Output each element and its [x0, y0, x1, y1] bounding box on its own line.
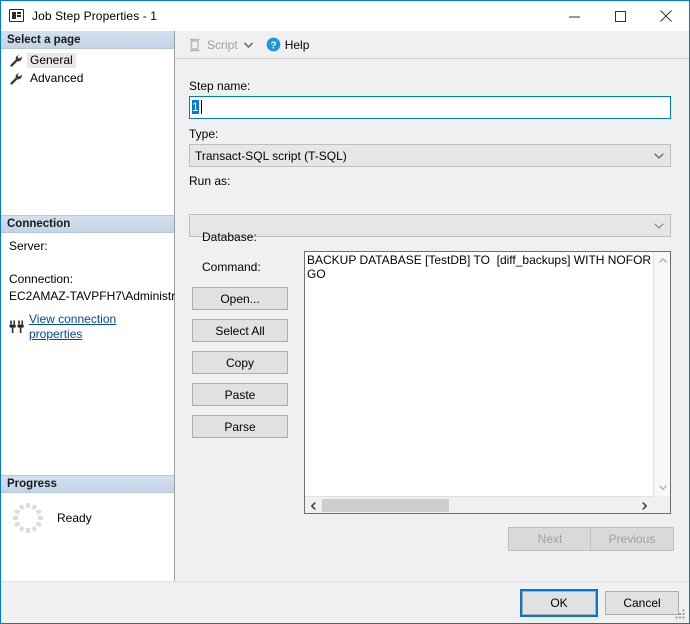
progress-spinner-icon [13, 503, 43, 533]
command-editor-text[interactable]: BACKUP DATABASE [TestDB] TO [diff_backup… [307, 253, 652, 495]
step-name-label: Step name: [189, 79, 251, 93]
sidebar-item-general[interactable]: General [9, 52, 174, 69]
title-bar: Job Step Properties - 1 [1, 1, 689, 31]
sidebar-footer-spacer [1, 541, 174, 581]
scroll-up-icon[interactable] [654, 252, 670, 269]
minimize-icon[interactable] [551, 1, 597, 31]
view-connection-properties-link[interactable]: View connection properties [29, 312, 168, 342]
sidebar-item-label: Advanced [30, 71, 84, 85]
scroll-left-icon[interactable] [305, 497, 322, 513]
script-button[interactable]: Script [183, 34, 242, 56]
command-editor[interactable]: BACKUP DATABASE [TestDB] TO [diff_backup… [304, 251, 671, 514]
progress-status: Ready [57, 511, 92, 525]
job-step-properties-dialog: Job Step Properties - 1 Select a page Ge… [0, 0, 690, 624]
properties-window-icon [9, 8, 25, 24]
sidebar-spacer-bottom [1, 348, 174, 475]
select-page-header: Select a page [1, 31, 174, 49]
scroll-right-icon[interactable] [636, 497, 653, 513]
resize-grip[interactable] [674, 608, 686, 620]
maximize-icon[interactable] [597, 1, 643, 31]
database-label: Database: [202, 230, 257, 244]
close-icon[interactable] [643, 1, 689, 31]
ok-button[interactable]: OK [520, 589, 598, 617]
toolbar: Script ? Help [175, 31, 689, 59]
connection-section: Server: Connection: EC2AMAZ-TAVPFH7\Admi… [1, 233, 196, 348]
server-label: Server: [9, 239, 48, 253]
chevron-down-icon [654, 215, 664, 236]
type-label: Type: [189, 127, 219, 141]
previous-button[interactable]: Previous [590, 527, 674, 551]
horizontal-scroll-thumb[interactable] [322, 499, 449, 512]
command-vertical-scrollbar[interactable] [653, 252, 670, 496]
scrollbar-corner [653, 496, 670, 513]
connection-label: Connection: [9, 272, 74, 286]
select-all-button[interactable]: Select All [192, 319, 288, 342]
sidebar: Select a page General Advanced Connectio… [1, 31, 196, 581]
open-button[interactable]: Open... [192, 287, 288, 310]
progress-section-header: Progress [1, 475, 174, 493]
wrench-icon [10, 72, 22, 85]
connection-plug-icon [9, 320, 24, 333]
help-button[interactable]: ? Help [262, 34, 314, 56]
sidebar-item-label: General [27, 53, 76, 68]
progress-section: Ready [1, 493, 174, 541]
next-button[interactable]: Next [508, 527, 592, 551]
window-title: Job Step Properties - 1 [32, 9, 158, 23]
script-dropdown-chevron-down-icon[interactable] [242, 34, 256, 56]
main-panel: Script ? Help Step name: 1 1 Type: Trans… [175, 31, 689, 581]
svg-text:?: ? [270, 40, 276, 51]
general-form: Step name: 1 Type: Transact-SQL script (… [175, 59, 689, 581]
type-combobox-value: Transact-SQL script (T-SQL) [195, 148, 347, 163]
step-name-input[interactable]: 1 [189, 96, 671, 119]
page-list: General Advanced [1, 49, 174, 88]
chevron-down-icon [654, 145, 664, 166]
step-name-input-field[interactable] [189, 96, 671, 119]
connection-value: EC2AMAZ-TAVPFH7\Administrator [9, 289, 196, 303]
view-connection-properties-row[interactable]: View connection properties [9, 312, 168, 342]
copy-button[interactable]: Copy [192, 351, 288, 374]
connection-section-header: Connection [1, 215, 174, 233]
server-value-gap [9, 256, 168, 272]
help-button-label: Help [284, 37, 310, 52]
script-icon [190, 38, 200, 51]
text-caret [201, 100, 202, 114]
run-as-label: Run as: [189, 174, 231, 188]
script-button-label: Script [207, 37, 238, 52]
run-as-combobox[interactable] [189, 214, 671, 237]
command-label: Command: [202, 260, 261, 274]
command-horizontal-scrollbar[interactable] [305, 496, 653, 513]
paste-button[interactable]: Paste [192, 383, 288, 406]
dialog-body: Select a page General Advanced Connectio… [1, 31, 689, 581]
step-name-selected-text: 1 [192, 100, 199, 114]
scroll-down-icon[interactable] [654, 479, 670, 496]
wrench-icon [10, 54, 22, 67]
window-controls [551, 1, 689, 31]
cancel-button[interactable]: Cancel [605, 591, 679, 615]
help-question-icon: ? [266, 37, 281, 51]
dialog-footer: OK Cancel [1, 581, 689, 623]
parse-button[interactable]: Parse [192, 415, 288, 438]
sidebar-spacer-top [1, 88, 174, 215]
type-combobox[interactable]: Transact-SQL script (T-SQL) [189, 144, 671, 167]
sidebar-item-advanced[interactable]: Advanced [9, 70, 174, 87]
